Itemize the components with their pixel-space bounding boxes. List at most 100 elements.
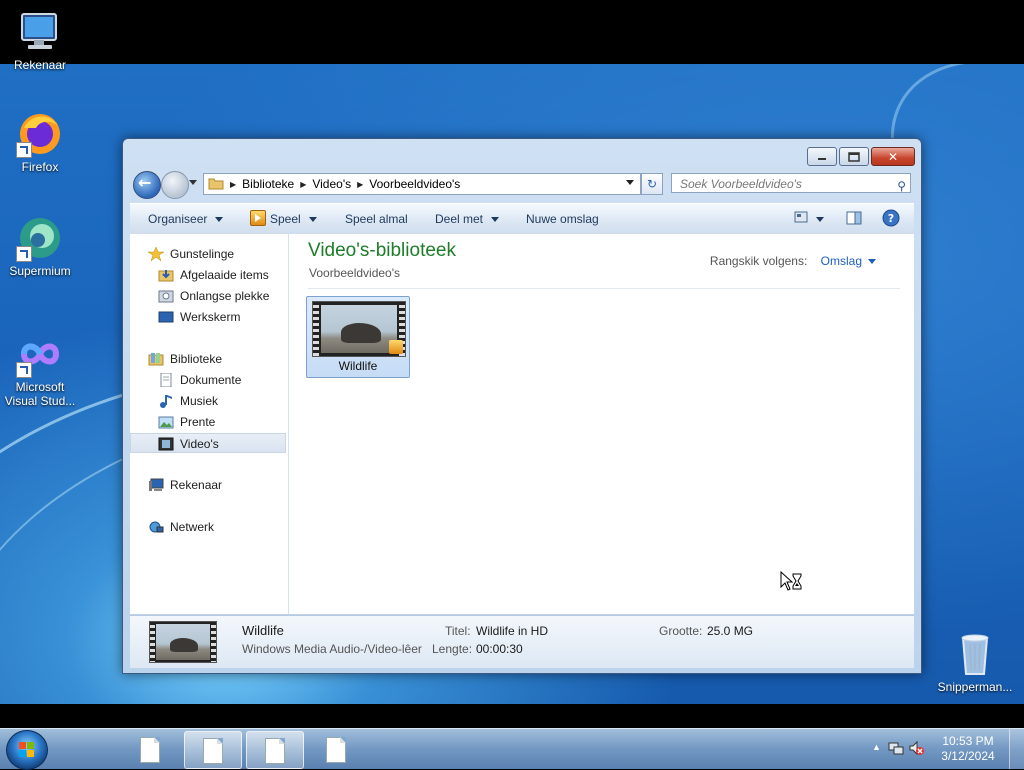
navigation-pane[interactable]: Gunstelinge Afgelaaide items Onlangse pl… bbox=[130, 234, 289, 614]
play-all-button[interactable]: Speel almal bbox=[345, 212, 408, 226]
nav-label: Netwerk bbox=[170, 520, 215, 534]
help-button[interactable]: ? bbox=[882, 209, 900, 230]
details-pane: Wildlife Windows Media Audio-/Video-lêer… bbox=[130, 615, 914, 668]
taskbar-item[interactable] bbox=[122, 731, 178, 767]
back-button[interactable] bbox=[133, 171, 161, 199]
library-subtitle[interactable]: Voorbeeldvideo's bbox=[309, 266, 400, 280]
play-button[interactable]: Speel bbox=[250, 210, 317, 226]
chevron-down-icon[interactable] bbox=[868, 259, 876, 265]
address-dropdown-icon[interactable] bbox=[626, 180, 634, 185]
nav-item-computer[interactable]: Rekenaar bbox=[148, 475, 222, 495]
arrange-by-label: Rangskik volgens: bbox=[709, 254, 808, 268]
address-bar[interactable]: ▶ Biblioteke ▶ Video's ▶ Voorbeeldvideo'… bbox=[203, 173, 641, 195]
file-name: Wildlife bbox=[338, 359, 378, 373]
view-options-button[interactable] bbox=[794, 211, 824, 226]
taskbar-item[interactable] bbox=[308, 731, 364, 767]
new-folder-button[interactable]: Nuwe omslag bbox=[526, 212, 599, 226]
organise-label: Organiseer bbox=[148, 212, 208, 226]
minimize-button[interactable] bbox=[807, 147, 837, 166]
desktop-icon-label: Firefox bbox=[21, 160, 59, 174]
visual-studio-icon bbox=[16, 330, 64, 378]
busy-cursor-icon bbox=[780, 570, 804, 596]
chevron-right-icon[interactable]: ▶ bbox=[230, 180, 236, 189]
nav-item-videos[interactable]: Video's bbox=[130, 433, 286, 453]
document-icon bbox=[203, 738, 223, 764]
details-file-type: Windows Media Audio-/Video-lêer bbox=[242, 642, 422, 656]
document-icon bbox=[326, 737, 346, 763]
share-with-label: Deel met bbox=[435, 212, 484, 226]
search-icon[interactable]: ⚲ bbox=[897, 176, 906, 196]
organise-button[interactable]: Organiseer bbox=[148, 212, 224, 226]
taskbar-item-active[interactable] bbox=[184, 731, 242, 769]
nav-label: Rekenaar bbox=[170, 478, 223, 492]
chevron-down-icon bbox=[816, 217, 824, 223]
nav-item-libraries[interactable]: Biblioteke bbox=[148, 349, 222, 369]
chevron-down-icon bbox=[491, 217, 500, 223]
taskbar-item-active[interactable] bbox=[246, 731, 304, 769]
nav-item-pictures[interactable]: Prente bbox=[158, 412, 215, 432]
arrange-by-dropdown[interactable]: Omslag bbox=[821, 254, 862, 268]
clock[interactable]: 10:53 PM 3/12/2024 bbox=[938, 734, 998, 764]
breadcrumb-videos[interactable]: Video's bbox=[312, 177, 351, 191]
nav-item-documents[interactable]: Dokumente bbox=[158, 370, 241, 390]
arrange-by: Rangskik volgens: Omslag bbox=[710, 254, 876, 268]
play-label: Speel bbox=[270, 212, 301, 226]
network-tray-icon[interactable] bbox=[888, 740, 904, 759]
chevron-right-icon[interactable]: ▶ bbox=[357, 180, 363, 189]
share-with-button[interactable]: Deel met bbox=[435, 212, 500, 226]
library-title: Video's-biblioteek bbox=[308, 240, 456, 261]
clock-time: 10:53 PM bbox=[942, 734, 994, 748]
nav-label: Musiek bbox=[180, 394, 219, 408]
nav-item-music[interactable]: Musiek bbox=[158, 391, 218, 411]
maximize-button[interactable] bbox=[839, 147, 869, 166]
nav-item-downloads[interactable]: Afgelaaide items bbox=[158, 265, 269, 285]
recent-pages-dropdown[interactable] bbox=[189, 180, 197, 185]
file-view[interactable]: Video's-biblioteek Voorbeeldvideo's Rang… bbox=[290, 234, 914, 614]
desktop-icon-visual-studio[interactable]: Microsoft Visual Stud... bbox=[0, 330, 80, 408]
desktop-icon-computer[interactable]: Rekenaar bbox=[0, 8, 80, 72]
desktop-icon-recycle-bin[interactable]: Snipperman... bbox=[935, 630, 1015, 694]
nav-label: Gunstelinge bbox=[170, 247, 235, 261]
breadcrumb-sample-videos[interactable]: Voorbeeldvideo's bbox=[369, 177, 460, 191]
window-controls: ✕ bbox=[807, 147, 915, 166]
details-length-label: Lengte: bbox=[432, 642, 473, 656]
desktop-icon-label: Supermium bbox=[9, 264, 71, 278]
file-item-wildlife[interactable]: Wildlife bbox=[306, 296, 410, 378]
folder-icon bbox=[208, 176, 224, 193]
details-title-value[interactable]: Wildlife in HD bbox=[476, 624, 548, 638]
documents-icon bbox=[158, 372, 174, 388]
nav-item-desktop[interactable]: Werkskerm bbox=[158, 307, 240, 327]
forward-button[interactable] bbox=[161, 171, 189, 199]
system-tray: ▲ 10:53 PM 3/12/2024 bbox=[864, 729, 1024, 769]
desktop-icon-supermium[interactable]: Supermium bbox=[0, 214, 80, 278]
video-thumbnail bbox=[312, 301, 406, 357]
desktop-icon-label: Snipperman... bbox=[937, 680, 1013, 694]
breadcrumb-libraries[interactable]: Biblioteke bbox=[242, 177, 294, 191]
new-folder-label: Nuwe omslag bbox=[526, 212, 599, 226]
nav-item-recent-places[interactable]: Onlangse plekke bbox=[158, 286, 269, 306]
shortcut-arrow-icon bbox=[16, 246, 32, 262]
start-button[interactable] bbox=[6, 730, 48, 770]
supermium-icon bbox=[16, 214, 64, 262]
preview-pane-button[interactable] bbox=[846, 211, 862, 228]
document-icon bbox=[140, 737, 160, 763]
volume-muted-icon[interactable] bbox=[908, 740, 924, 759]
libraries-icon bbox=[148, 352, 164, 366]
svg-text:?: ? bbox=[888, 212, 894, 225]
nav-item-network[interactable]: Netwerk bbox=[148, 517, 214, 537]
desktop-icon-label: Rekenaar bbox=[13, 58, 67, 72]
close-button[interactable]: ✕ bbox=[871, 147, 915, 166]
top-letterbox bbox=[0, 0, 1024, 64]
show-hidden-icons-icon[interactable]: ▲ bbox=[872, 742, 881, 752]
nav-item-favorites[interactable]: Gunstelinge bbox=[147, 244, 235, 264]
chevron-right-icon[interactable]: ▶ bbox=[300, 180, 306, 189]
details-length-value: 00:00:30 bbox=[476, 642, 523, 656]
show-desktop-button[interactable] bbox=[1009, 729, 1024, 769]
details-title-label: Titel: bbox=[445, 624, 471, 638]
details-thumbnail bbox=[149, 621, 217, 663]
address-row: ▶ Biblioteke ▶ Video's ▶ Voorbeeldvideo'… bbox=[131, 171, 913, 199]
search-input[interactable]: Soek Voorbeeldvideo's ⚲ bbox=[671, 173, 911, 193]
close-icon: ✕ bbox=[887, 149, 899, 164]
refresh-button[interactable]: ↻ bbox=[641, 173, 663, 195]
desktop-icon-firefox[interactable]: Firefox bbox=[0, 110, 80, 174]
